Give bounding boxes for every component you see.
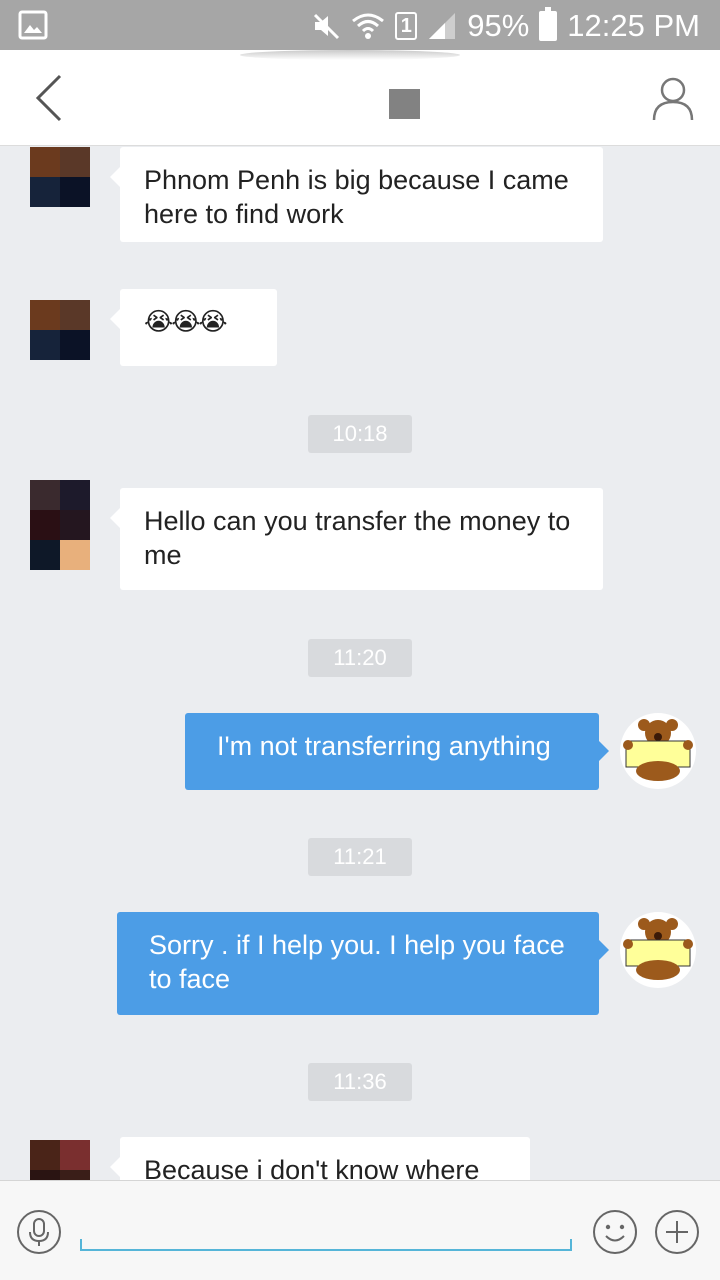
- message-text: 😭😭😭: [144, 308, 228, 336]
- contact-avatar[interactable]: [30, 480, 90, 570]
- outgoing-message[interactable]: I'm not transferring anything: [185, 713, 609, 790]
- message-text: Phnom Penh is big because I came here to…: [144, 165, 569, 229]
- message-text: Because i don't know where: [144, 1155, 480, 1180]
- person-icon[interactable]: [652, 76, 694, 122]
- message-text: I'm not transferring anything: [217, 731, 551, 761]
- contact-name-redacted: [389, 89, 420, 119]
- input-underline: [80, 1239, 572, 1251]
- incoming-message[interactable]: 😭😭😭: [110, 289, 277, 366]
- incoming-message[interactable]: Phnom Penh is big because I came here to…: [110, 147, 603, 242]
- bear-icon: [623, 918, 693, 980]
- header-shadow: [240, 50, 460, 60]
- message-text: Sorry . if I help you. I help you face t…: [149, 930, 565, 994]
- timestamp: 11:36: [308, 1063, 412, 1101]
- message-text: Hello can you transfer the money to me: [144, 506, 571, 570]
- incoming-message[interactable]: Because i don't know where: [110, 1137, 530, 1180]
- message-list[interactable]: Phnom Penh is big because I came here to…: [0, 147, 720, 1180]
- contact-avatar[interactable]: [30, 1140, 90, 1180]
- battery-percent: 95%: [467, 8, 530, 43]
- plus-icon[interactable]: [654, 1209, 700, 1255]
- timestamp: 10:18: [308, 415, 412, 453]
- mic-icon[interactable]: [16, 1209, 62, 1255]
- wifi-icon: [352, 13, 385, 39]
- mute-icon: [314, 13, 340, 40]
- incoming-message[interactable]: Hello can you transfer the money to me: [110, 488, 603, 590]
- clock: 12:25 PM: [567, 8, 700, 43]
- sim-icon: 1: [395, 12, 418, 40]
- bear-icon: [623, 719, 693, 781]
- outgoing-message[interactable]: Sorry . if I help you. I help you face t…: [117, 912, 609, 1015]
- chevron-left-icon[interactable]: [30, 72, 70, 124]
- status-bar: 1 95% 12:25 PM: [0, 0, 720, 50]
- signal-icon: [429, 13, 456, 39]
- timestamp: 11:21: [308, 838, 412, 876]
- my-avatar[interactable]: [620, 713, 696, 789]
- input-bar: [0, 1180, 720, 1280]
- contact-avatar[interactable]: [30, 300, 90, 360]
- my-avatar[interactable]: [620, 912, 696, 988]
- gallery-icon: [18, 10, 48, 40]
- timestamp: 11:20: [308, 639, 412, 677]
- contact-avatar[interactable]: [30, 147, 90, 207]
- smiley-icon[interactable]: [592, 1209, 638, 1255]
- battery-icon: [539, 7, 558, 41]
- chat-header: [0, 50, 720, 146]
